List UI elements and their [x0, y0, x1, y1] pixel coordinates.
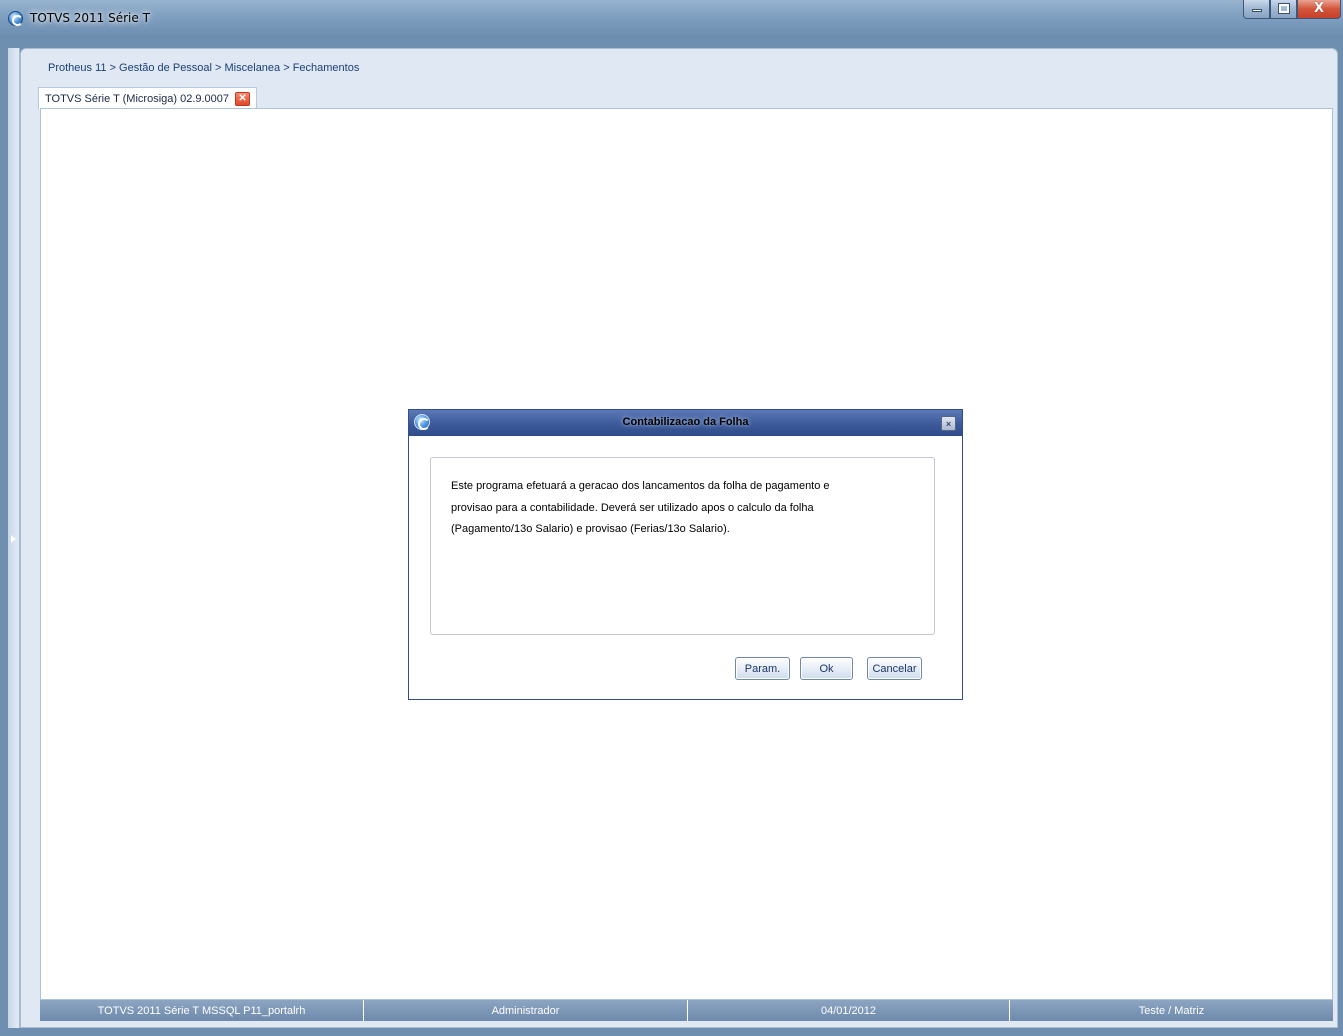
- tab-label: TOTVS Série T (Microsiga) 02.9.0007: [45, 92, 230, 105]
- expand-arrow-icon: [11, 535, 16, 543]
- tab-bar: TOTVS Série T (Microsiga) 02.9.0007 ✕: [38, 87, 258, 109]
- status-date: 04/01/2012: [688, 1000, 1010, 1021]
- close-icon[interactable]: ✕: [235, 91, 251, 106]
- minimize-icon: [1252, 9, 1262, 12]
- close-window-button[interactable]: X: [1297, 0, 1341, 19]
- dialog-message-box: Este programa efetuará a geracao dos lan…: [430, 457, 935, 635]
- dialog-titlebar[interactable]: Contabilizacao da Folha ×: [409, 410, 962, 436]
- contabilizacao-dialog: Contabilizacao da Folha × Este programa …: [408, 409, 963, 700]
- ok-button[interactable]: Ok: [800, 657, 853, 680]
- sidebar-toggle-strip[interactable]: [8, 48, 20, 1028]
- window-title: TOTVS 2011 Série T: [30, 11, 150, 25]
- minimize-button[interactable]: [1243, 0, 1270, 19]
- cancel-button[interactable]: Cancelar: [867, 657, 922, 680]
- window-titlebar[interactable]: TOTVS 2011 Série T X: [0, 0, 1343, 38]
- status-bar: TOTVS 2011 Série T MSSQL P11_portalrh Ad…: [40, 1000, 1333, 1021]
- dialog-message-line: (Pagamento/13o Salario) e provisao (Feri…: [451, 523, 730, 535]
- close-icon: X: [1314, 1, 1325, 16]
- frame-bottom-edge: [20, 1021, 1338, 1028]
- window-controls: X: [1243, 0, 1341, 20]
- dialog-close-button[interactable]: ×: [941, 416, 956, 431]
- status-environment: TOTVS 2011 Série T MSSQL P11_portalrh: [40, 1000, 364, 1021]
- tab-totvs-serie-t[interactable]: TOTVS Série T (Microsiga) 02.9.0007 ✕: [38, 87, 258, 109]
- totvs-logo-icon: [8, 11, 23, 26]
- maximize-button[interactable]: [1270, 0, 1297, 19]
- param-button[interactable]: Param.: [735, 657, 790, 680]
- maximize-icon: [1278, 3, 1290, 14]
- status-company: Teste / Matriz: [1138, 1004, 1205, 1017]
- breadcrumb: Protheus 11 > Gestão de Pessoal > Miscel…: [48, 62, 360, 74]
- status-user: Administrador: [364, 1000, 688, 1021]
- dialog-message-line: provisao para a contabilidade. Deverá se…: [451, 501, 814, 514]
- dialog-title: Contabilizacao da Folha: [622, 416, 749, 428]
- dialog-message-line: Este programa efetuará a geracao dos lan…: [451, 480, 830, 492]
